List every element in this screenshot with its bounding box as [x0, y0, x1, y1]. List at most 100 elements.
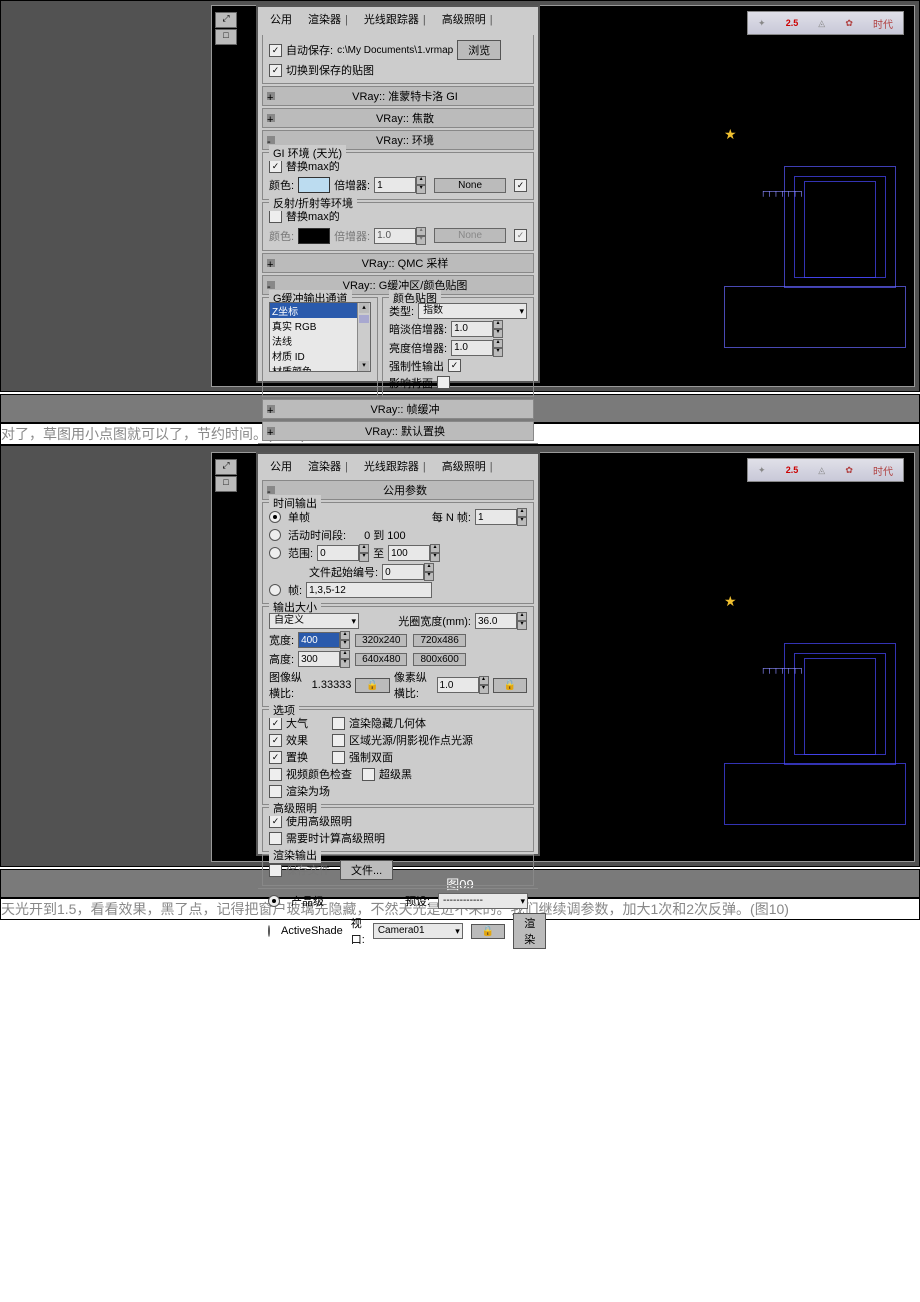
range-radio[interactable] — [269, 547, 281, 559]
tab-advanced-lighting[interactable]: 高级照明 — [434, 9, 501, 29]
tool-icon[interactable]: ◬ — [818, 465, 825, 476]
super-black-checkbox[interactable] — [362, 768, 375, 781]
spinner-down-icon[interactable]: ▾ — [493, 348, 503, 357]
tool-icon[interactable]: 时代 — [873, 463, 893, 478]
tab-common[interactable]: 公用 — [262, 9, 300, 29]
gi-map-button[interactable]: None — [434, 178, 506, 193]
spinner-down-icon[interactable]: ▾ — [340, 659, 350, 668]
tool-icon[interactable]: 2.5 — [786, 465, 799, 475]
atmosphere-checkbox[interactable]: ✓ — [269, 717, 282, 730]
height-field[interactable]: ▴▾ — [298, 650, 350, 668]
input[interactable] — [475, 613, 517, 629]
rollout-framebuffer[interactable]: +VRay:: 帧缓冲 — [262, 399, 534, 419]
spinner-up-icon[interactable]: ▴ — [340, 650, 350, 659]
use-adv-lighting-checkbox[interactable]: ✓ — [269, 815, 282, 828]
rollout-caustics[interactable]: +VRay:: 焦散 — [262, 108, 534, 128]
colormap-type-select[interactable]: 指数 — [418, 303, 527, 319]
video-color-checkbox[interactable] — [269, 768, 282, 781]
frames-input[interactable] — [306, 582, 432, 598]
compute-adv-lighting-checkbox[interactable] — [269, 832, 282, 845]
every-n-field[interactable]: ▴▾ — [475, 508, 527, 526]
spinner-up-icon[interactable]: ▴ — [430, 544, 440, 553]
scroll-up-icon[interactable]: ▴ — [359, 303, 369, 313]
input[interactable] — [388, 545, 430, 561]
bright-mult-field[interactable]: ▴▾ — [451, 339, 503, 357]
corner-icon[interactable]: □ — [215, 476, 237, 492]
preset-720x486-button[interactable]: 720x486 — [413, 634, 465, 647]
spinner-up-icon[interactable]: ▴ — [479, 676, 489, 685]
aperture-field[interactable]: ▴▾ — [475, 612, 527, 630]
spinner-down-icon[interactable]: ▾ — [493, 329, 503, 338]
preset-select-09[interactable]: ------------ — [438, 893, 528, 909]
pixel-aspect-field[interactable]: ▴▾ — [437, 676, 489, 694]
scroll-down-icon[interactable]: ▾ — [359, 361, 369, 371]
preset-320x240-button[interactable]: 320x240 — [355, 634, 407, 647]
spinner-down-icon[interactable]: ▾ — [340, 640, 350, 649]
spinner-down-icon[interactable]: ▾ — [416, 185, 426, 194]
switch-save-checkbox[interactable]: ✓ 切换到保存的贴图 — [269, 62, 374, 78]
affect-bg-checkbox[interactable] — [437, 376, 450, 389]
scrollbar[interactable]: ▴ ▾ — [357, 303, 370, 371]
rollout-default-displacement[interactable]: +VRay:: 默认置换 — [262, 421, 534, 441]
force-output-checkbox[interactable]: ✓ — [448, 359, 461, 372]
spinner-up-icon[interactable]: ▴ — [424, 563, 434, 572]
tool-icon[interactable]: ✿ — [845, 18, 853, 29]
frames-radio[interactable] — [269, 584, 281, 596]
input[interactable] — [451, 321, 493, 337]
spinner-up-icon[interactable]: ▴ — [517, 508, 527, 517]
tab-advanced-lighting[interactable]: 高级照明 — [434, 456, 501, 476]
lock-icon[interactable]: 🔒 — [471, 924, 505, 939]
render-hidden-checkbox[interactable] — [332, 717, 345, 730]
spinner-up-icon[interactable]: ▴ — [517, 612, 527, 621]
tool-icon[interactable]: ✦ — [758, 18, 766, 29]
active-segment-radio[interactable] — [269, 529, 281, 541]
tab-common[interactable]: 公用 — [262, 456, 300, 476]
rollout-qmc-gi[interactable]: +VRay:: 准蒙特卡洛 GI — [262, 86, 534, 106]
preset-800x600-button[interactable]: 800x600 — [413, 653, 465, 666]
list-item[interactable]: 法线 — [270, 333, 370, 348]
force-two-sided-checkbox[interactable] — [332, 751, 345, 764]
single-frame-radio[interactable] — [269, 511, 281, 523]
product-mode-radio-09[interactable] — [268, 895, 280, 907]
width-field[interactable]: ▴▾ — [298, 631, 350, 649]
input[interactable] — [382, 564, 424, 580]
gi-map-toggle[interactable]: ✓ — [514, 179, 527, 192]
tool-icon[interactable]: ◬ — [818, 18, 825, 29]
displacement-checkbox[interactable]: ✓ — [269, 751, 282, 764]
tool-icon[interactable]: ✦ — [758, 465, 766, 476]
input[interactable] — [437, 677, 479, 693]
list-item[interactable]: 材质 ID — [270, 348, 370, 363]
input[interactable] — [475, 509, 517, 525]
list-item[interactable]: Z坐标 — [270, 303, 370, 318]
tool-icon[interactable]: 时代 — [873, 16, 893, 31]
input[interactable] — [298, 632, 340, 648]
input[interactable] — [374, 177, 416, 193]
dark-mult-field[interactable]: ▴▾ — [451, 320, 503, 338]
output-size-select[interactable]: 自定义 — [269, 613, 359, 629]
spinner-up-icon[interactable]: ▴ — [493, 339, 503, 348]
range-from-field[interactable]: ▴▾ — [317, 544, 369, 562]
spinner-down-icon[interactable]: ▾ — [517, 621, 527, 630]
spinner-down-icon[interactable]: ▾ — [359, 553, 369, 562]
spinner-down-icon[interactable]: ▾ — [479, 685, 489, 694]
tab-renderer[interactable]: 渲染器 — [300, 9, 356, 29]
tab-renderer[interactable]: 渲染器 — [300, 456, 356, 476]
corner-icon[interactable]: □ — [215, 29, 237, 45]
render-fields-checkbox[interactable] — [269, 785, 282, 798]
preset-640x480-button[interactable]: 640x480 — [355, 653, 407, 666]
aspect-lock-icon[interactable]: 🔒 — [355, 678, 389, 693]
viewport-select-09[interactable]: Camera01 — [373, 923, 463, 939]
render-button-09[interactable]: 渲染 — [513, 913, 546, 949]
gi-multiplier-field[interactable]: ▴▾ — [374, 176, 426, 194]
corner-icon[interactable]: ⤢ — [215, 12, 237, 28]
save-file-checkbox[interactable] — [269, 864, 282, 877]
tool-icon[interactable]: 2.5 — [786, 18, 799, 28]
spinner-up-icon[interactable]: ▴ — [493, 320, 503, 329]
tab-raytracer[interactable]: 光线跟踪器 — [356, 9, 434, 29]
input[interactable] — [298, 651, 340, 667]
gi-color-swatch[interactable] — [298, 177, 330, 193]
activeshade-radio-09[interactable] — [268, 925, 270, 937]
input[interactable] — [451, 340, 493, 356]
spinner-up-icon[interactable]: ▴ — [340, 631, 350, 640]
tool-icon[interactable]: ✿ — [845, 465, 853, 476]
